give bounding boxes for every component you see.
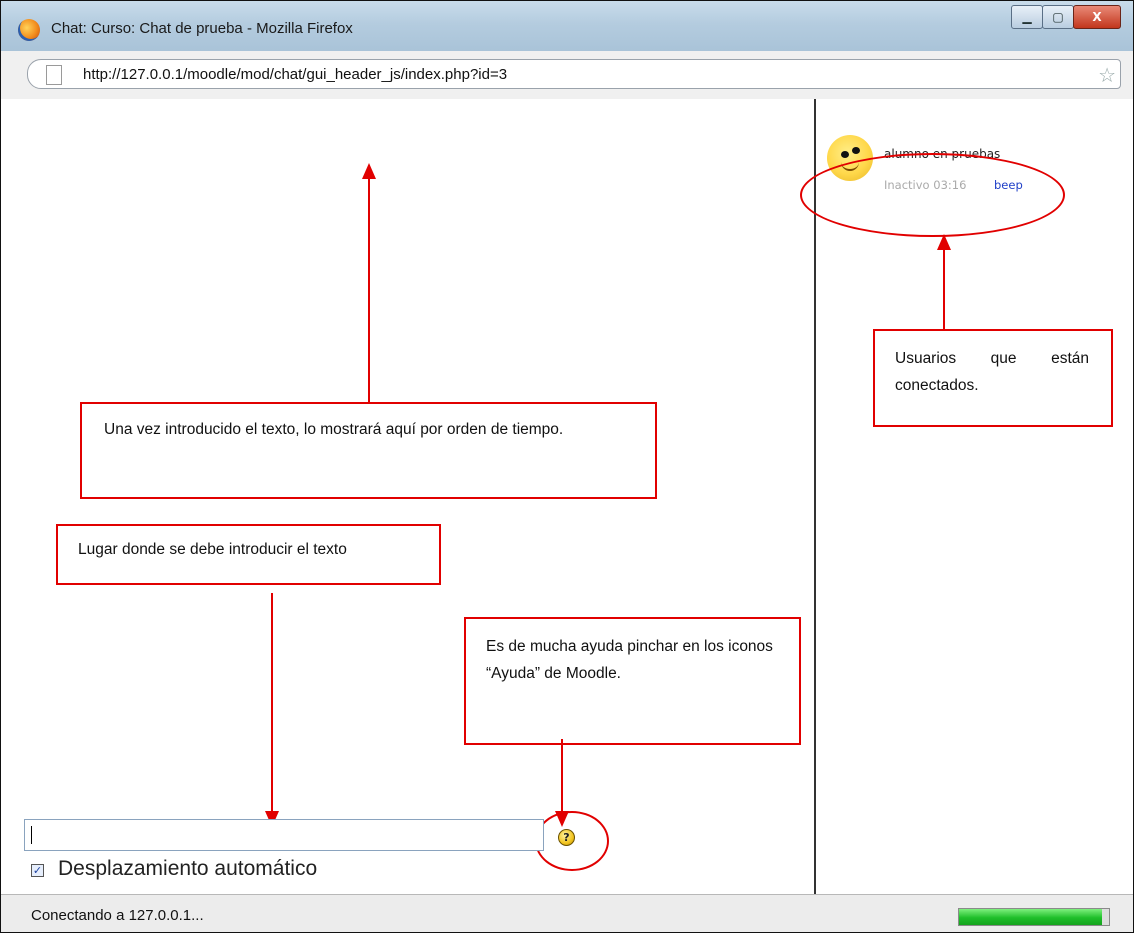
users-arrow-line [943, 249, 945, 329]
messages-note: Una vez introducido el texto, lo mostrar… [80, 402, 657, 499]
users-arrow-head [937, 234, 951, 250]
chat-content: alumno en pruebas Inactivo 03:16 beep Us… [1, 99, 1133, 894]
window-controls: ▁ ▢ X [1011, 5, 1121, 29]
browser-window: Chat: Curso: Chat de prueba - Mozilla Fi… [0, 0, 1134, 933]
url-field[interactable]: http://127.0.0.1/moodle/mod/chat/gui_hea… [27, 59, 1121, 89]
url-text[interactable]: http://127.0.0.1/moodle/mod/chat/gui_hea… [83, 66, 507, 83]
navigation-toolbar: http://127.0.0.1/moodle/mod/chat/gui_hea… [1, 51, 1133, 100]
help-note: Es de mucha ayuda pinchar en los iconos … [464, 617, 801, 745]
messages-arrow-line [368, 178, 370, 402]
messages-arrow-head [362, 163, 376, 179]
loading-progress-fill [959, 909, 1102, 925]
help-icon[interactable]: ? [558, 829, 575, 846]
avatar-eye-right [852, 147, 860, 154]
close-button[interactable]: X [1073, 5, 1121, 29]
autoscroll-label: Desplazamiento automático [58, 857, 318, 880]
input-arrow-line [271, 593, 273, 813]
window-title: Chat: Curso: Chat de prueba - Mozilla Fi… [51, 20, 353, 37]
message-input[interactable] [24, 819, 544, 851]
loading-progress-bar [958, 908, 1110, 926]
users-highlight-ellipse [800, 153, 1065, 237]
title-bar: Chat: Curso: Chat de prueba - Mozilla Fi… [1, 1, 1133, 51]
users-note: Usuarios que están conectados. [873, 329, 1113, 427]
firefox-logo-icon [18, 19, 40, 41]
page-icon [46, 65, 62, 85]
input-note: Lugar donde se debe introducir el texto [56, 524, 441, 585]
status-bar: Conectando a 127.0.0.1... [1, 894, 1133, 932]
status-text: Conectando a 127.0.0.1... [31, 907, 204, 924]
minimize-button[interactable]: ▁ [1011, 5, 1043, 29]
help-arrow-line [561, 739, 563, 813]
bookmark-star-icon[interactable]: ☆ [1098, 63, 1116, 87]
autoscroll-checkbox[interactable]: ✓ [31, 864, 44, 877]
maximize-button[interactable]: ▢ [1042, 5, 1074, 29]
text-caret [31, 826, 32, 844]
panel-divider [814, 99, 816, 894]
avatar-eye-left [841, 151, 849, 158]
